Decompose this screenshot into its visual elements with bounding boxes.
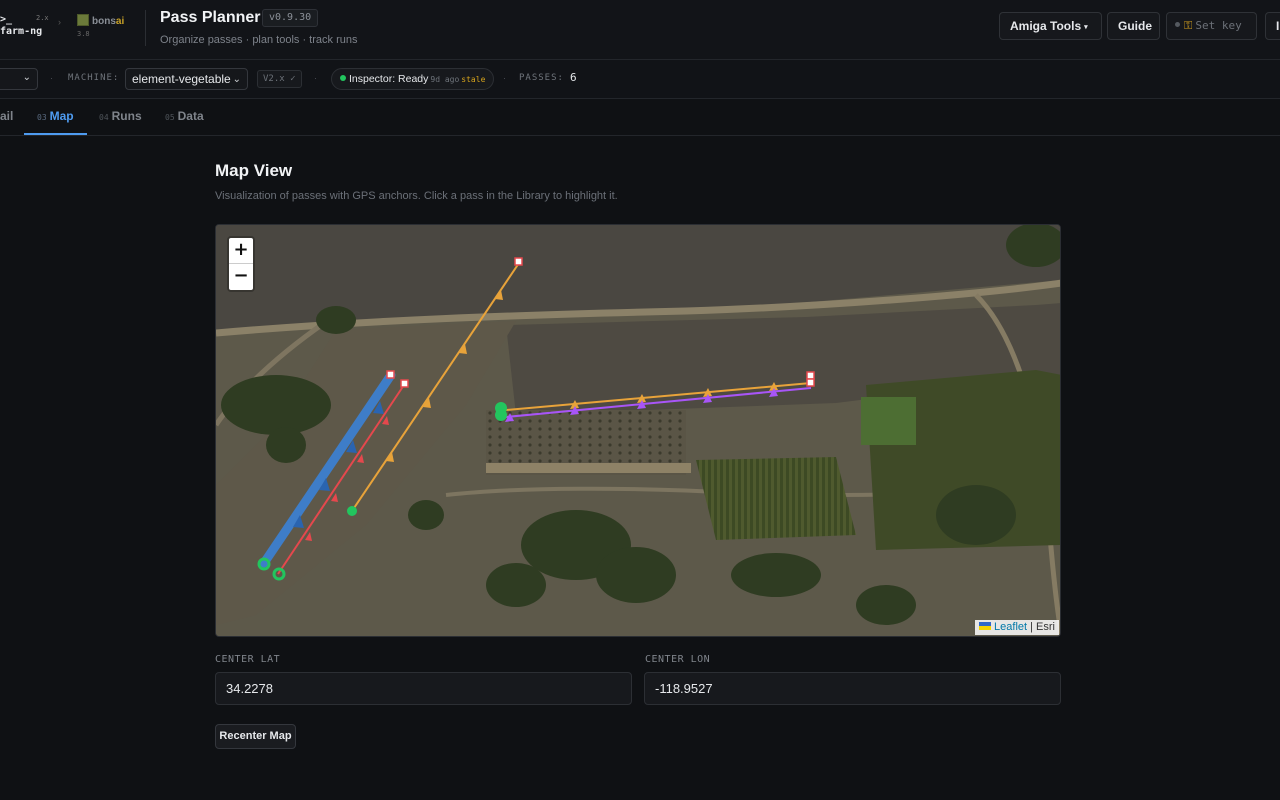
tree-cluster (936, 485, 1016, 545)
machine-bar: ⌄ · MACHINE: element-vegetable ⌄ V2.x ✓ … (0, 60, 1280, 99)
status-dot-icon (1175, 22, 1180, 27)
bonsai-logo[interactable]: bonsai (77, 14, 124, 27)
center-lat-input[interactable]: 34.2278 (215, 672, 632, 705)
inspector-status-text: Inspector: Ready (349, 73, 429, 85)
tab-runs[interactable]: 04 Runs (99, 99, 142, 135)
zoom-in-icon[interactable]: + (229, 238, 253, 264)
center-lon-label: CENTER LON (645, 654, 711, 665)
crop-field (696, 457, 856, 540)
recenter-map-button[interactable]: Recenter Map (215, 724, 296, 749)
set-key-label: Set key (1195, 19, 1242, 32)
key-icon: ⚿ (1184, 19, 1193, 32)
center-lon-input[interactable]: -118.9527 (644, 672, 1061, 705)
satellite-map[interactable] (216, 225, 1061, 637)
chevron-down-icon: ⌄ (232, 74, 241, 85)
passes-count: 6 (570, 71, 577, 84)
attribution-source: Esri (1036, 621, 1055, 633)
tree-cluster (408, 500, 444, 530)
chevron-down-icon: ⌄ (22, 72, 31, 83)
separator: · (503, 73, 506, 83)
passes-label: PASSES: (519, 73, 564, 83)
inspector-status-pill[interactable]: Inspector: Ready 9d ago stale (331, 68, 495, 90)
app-subtitle: Organize passes · plan tools · track run… (160, 34, 358, 46)
status-dot-icon (340, 75, 346, 81)
leaflet-flag-icon (979, 622, 992, 630)
version-badge: v0.9.30 (262, 9, 319, 27)
tree-cluster (266, 427, 306, 463)
tab-label: Data (177, 109, 204, 123)
start-marker[interactable] (495, 409, 507, 421)
header-extra-button[interactable]: I (1265, 12, 1280, 40)
end-marker[interactable] (514, 257, 523, 266)
tab-number: 05 (165, 113, 175, 122)
tab-detail[interactable]: ail (0, 99, 13, 135)
tab-data[interactable]: 05 Data (165, 99, 204, 135)
end-marker[interactable] (386, 370, 395, 379)
map-view[interactable]: + − Leaflet | Esri (215, 224, 1061, 637)
start-marker[interactable] (347, 506, 357, 516)
map-attribution: Leaflet | Esri (975, 620, 1059, 635)
machine-version-badge: V2.x ✓ (257, 70, 302, 88)
farm-ng-name: farm-ng (0, 26, 43, 37)
end-marker[interactable] (806, 378, 815, 387)
bonsai-name-ai: ai (115, 16, 125, 27)
green-patch (861, 397, 916, 445)
chevron-down-icon: ▾ (1084, 24, 1088, 31)
tree-cluster (731, 553, 821, 597)
farm-ng-version: 2.x (36, 14, 49, 22)
header-divider (145, 10, 146, 46)
bonsai-version: 3.8 (77, 30, 90, 38)
app-title: Pass Planner (160, 9, 261, 26)
tab-number: 03 (37, 113, 47, 122)
amiga-tools-label: Amiga Tools (1010, 19, 1082, 33)
end-marker[interactable] (400, 379, 409, 388)
tab-label: ail (0, 109, 14, 123)
zoom-control: + − (227, 236, 255, 292)
machine-select[interactable]: element-vegetable ⌄ (125, 68, 248, 90)
page-description: Visualization of passes with GPS anchors… (215, 190, 618, 202)
bonsai-logo-icon (77, 14, 89, 26)
center-lat-label: CENTER LAT (215, 654, 281, 665)
amiga-tools-button[interactable]: Amiga Tools ▾ (999, 12, 1102, 40)
top-header: >_ farm-ng 2.x › bonsai 3.8 Pass Planner… (0, 0, 1280, 60)
end-marker[interactable] (806, 371, 815, 380)
tab-label: Map (49, 109, 74, 123)
tree-cluster (856, 585, 916, 625)
tree-cluster (596, 547, 676, 603)
tab-bar: ail 03 Map 04 Runs 05 Data (0, 99, 1280, 136)
inspector-age: 9d ago (430, 75, 460, 84)
tree-cluster (486, 563, 546, 607)
orchard-row (486, 463, 691, 473)
separator: · (314, 73, 317, 83)
tab-number: 04 (99, 113, 109, 122)
machine-select-value: element-vegetable (132, 72, 231, 86)
project-select[interactable]: ⌄ (0, 68, 38, 90)
leaflet-link[interactable]: Leaflet (994, 621, 1027, 633)
attribution-separator: | (1027, 621, 1037, 633)
tab-label: Runs (111, 109, 142, 123)
tree-cluster (221, 375, 331, 435)
set-key-button[interactable]: ⚿ Set key (1166, 12, 1257, 40)
brand-separator: › (58, 17, 61, 27)
inspector-stale-badge: stale (461, 75, 486, 84)
separator: · (50, 73, 53, 83)
zoom-out-icon[interactable]: − (229, 264, 253, 290)
guide-button[interactable]: Guide (1107, 12, 1160, 40)
tree-cluster (316, 306, 356, 334)
machine-label: MACHINE: (68, 73, 120, 83)
page-title: Map View (215, 161, 293, 180)
tab-map[interactable]: 03 Map (24, 99, 87, 135)
bonsai-name: bons (92, 16, 116, 27)
